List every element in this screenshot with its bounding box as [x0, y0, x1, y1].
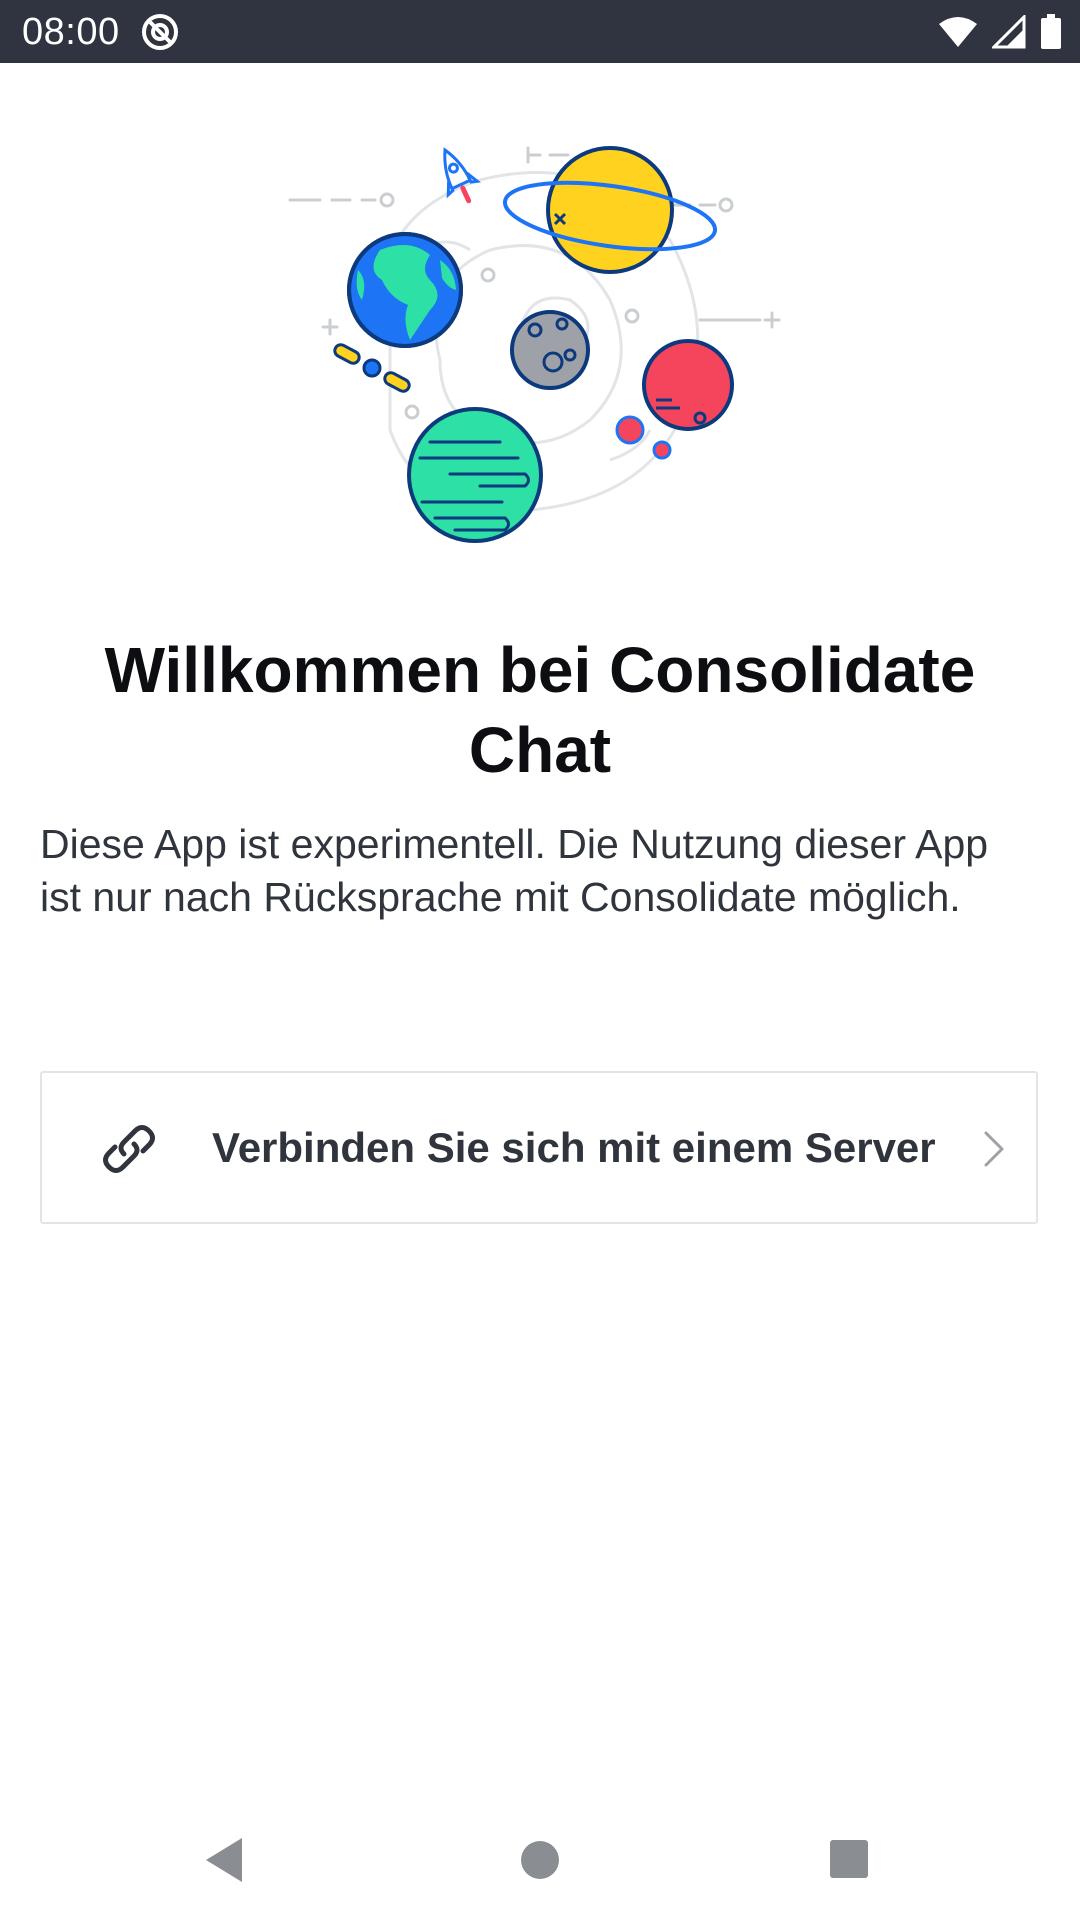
- home-circle-icon[interactable]: [510, 1830, 570, 1890]
- status-icons: [938, 12, 1062, 52]
- at-sign-icon: [142, 14, 178, 50]
- connect-server-label: Verbinden Sie sich mit einem Server: [212, 1124, 936, 1171]
- space-planets-illustration: [288, 146, 781, 543]
- status-time: 08:00: [22, 11, 120, 53]
- battery-icon: [1041, 14, 1061, 49]
- link-icon: [103, 1125, 155, 1173]
- chevron-right-icon: [984, 1131, 1004, 1167]
- back-triangle-icon[interactable]: [196, 1830, 256, 1890]
- cell-signal-icon: [992, 15, 1026, 49]
- navigation-bar: [0, 1800, 1080, 1920]
- recents-square-icon[interactable]: [820, 1830, 880, 1890]
- status-bar: 08:00: [0, 0, 1080, 63]
- welcome-title: Willkommen bei Consolidate Chat: [104, 634, 976, 786]
- connect-server-button[interactable]: Verbinden Sie sich mit einem Server: [40, 1071, 1038, 1224]
- onboarding-screen: 08:00 Willkommen bei Consolidate Chat Di…: [0, 0, 1080, 1920]
- wifi-icon: [939, 17, 977, 47]
- welcome-description: Diese App ist experimentell. Die Nutzung…: [40, 821, 989, 920]
